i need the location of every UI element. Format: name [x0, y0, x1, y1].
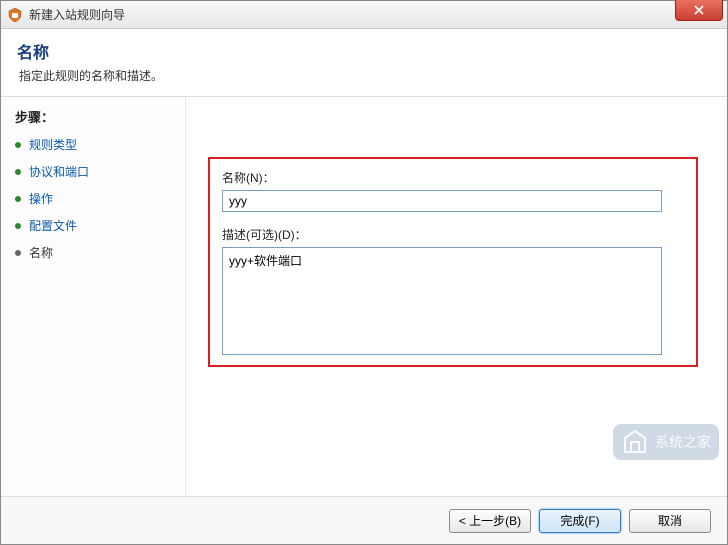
button-bar: < 上一步(B) 完成(F) 取消	[1, 496, 727, 544]
bullet-icon	[15, 250, 21, 256]
wizard-header: 名称 指定此规则的名称和描述。	[1, 29, 727, 97]
app-icon	[7, 7, 23, 23]
name-input[interactable]	[222, 190, 662, 212]
close-icon	[694, 5, 704, 15]
step-label: 协议和端口	[29, 163, 89, 180]
steps-heading: 步骤：	[15, 107, 171, 126]
description-label: 描述(可选)(D)：	[222, 226, 682, 243]
step-name[interactable]: 名称	[15, 244, 171, 261]
finish-button[interactable]: 完成(F)	[539, 509, 621, 533]
step-label: 规则类型	[29, 136, 77, 153]
main-panel: 名称(N)： 描述(可选)(D)： 系统之家	[186, 97, 727, 496]
back-button[interactable]: < 上一步(B)	[449, 509, 531, 533]
window-title: 新建入站规则向导	[29, 6, 125, 23]
step-label: 名称	[29, 244, 53, 261]
watermark-logo-icon	[621, 428, 649, 456]
step-action[interactable]: 操作	[15, 190, 171, 207]
page-subtitle: 指定此规则的名称和描述。	[19, 67, 711, 84]
step-label: 操作	[29, 190, 53, 207]
bullet-icon	[15, 142, 21, 148]
description-input[interactable]	[222, 247, 662, 355]
bullet-icon	[15, 196, 21, 202]
cancel-button[interactable]: 取消	[629, 509, 711, 533]
close-button[interactable]	[675, 0, 723, 21]
bullet-icon	[15, 169, 21, 175]
step-rule-type[interactable]: 规则类型	[15, 136, 171, 153]
titlebar: 新建入站规则向导	[1, 1, 727, 29]
bullet-icon	[15, 223, 21, 229]
page-title: 名称	[17, 39, 711, 63]
step-protocol-port[interactable]: 协议和端口	[15, 163, 171, 180]
name-label: 名称(N)：	[222, 169, 682, 186]
steps-sidebar: 步骤： 规则类型 协议和端口 操作 配置文件 名称	[1, 97, 186, 496]
wizard-window: 新建入站规则向导 名称 指定此规则的名称和描述。 步骤： 规则类型 协议和端口 …	[0, 0, 728, 545]
watermark-text: 系统之家	[655, 432, 711, 452]
watermark: 系统之家	[613, 424, 719, 460]
step-label: 配置文件	[29, 217, 77, 234]
wizard-body: 步骤： 规则类型 协议和端口 操作 配置文件 名称	[1, 97, 727, 496]
form-area: 名称(N)： 描述(可选)(D)：	[222, 169, 682, 358]
step-profile[interactable]: 配置文件	[15, 217, 171, 234]
